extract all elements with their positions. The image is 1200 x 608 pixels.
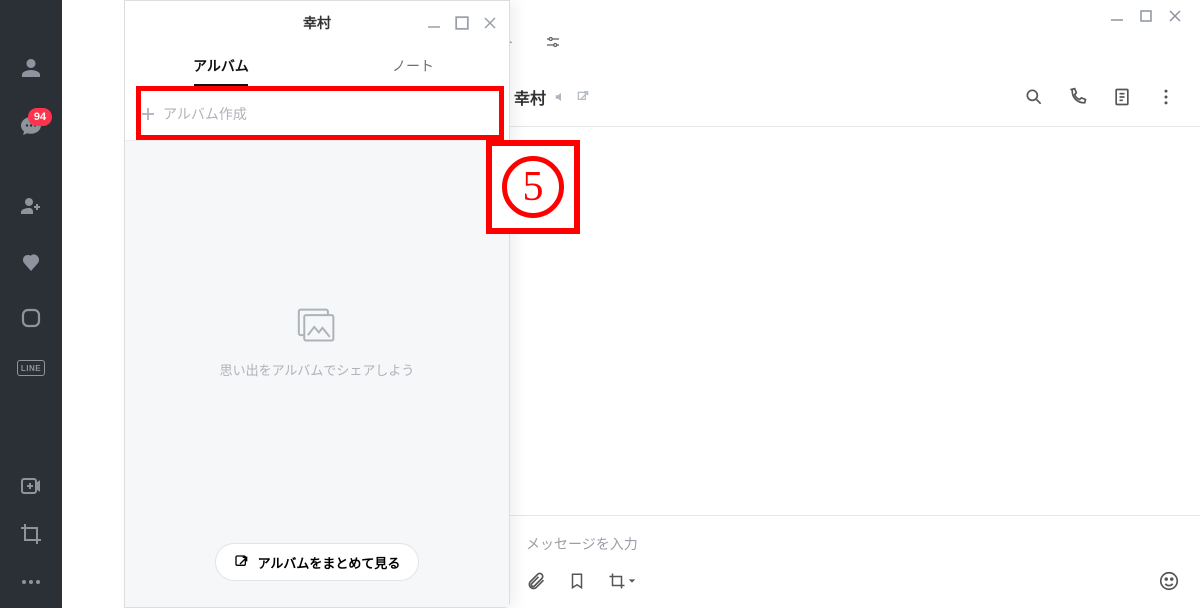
maximize-icon[interactable] <box>1140 10 1152 22</box>
album-popup-window: 幸村 アルバム ノート アルバム作成 <box>124 0 510 608</box>
chat-input-placeholder: メッセージを入力 <box>526 534 638 554</box>
emoji-icon[interactable] <box>1158 570 1180 592</box>
chat-input[interactable]: メッセージを入力 <box>510 516 1200 562</box>
attachment-icon[interactable] <box>526 571 546 591</box>
speaker-muted-icon[interactable] <box>554 90 568 104</box>
tab-note[interactable]: ノート <box>317 45 509 87</box>
sidebar-item-line-services[interactable]: LINE <box>0 360 62 376</box>
sidebar-item-capture[interactable] <box>0 522 62 546</box>
tab-album[interactable]: アルバム <box>125 45 317 87</box>
more-horizontal-icon <box>19 570 43 594</box>
popup-window-controls <box>427 1 497 45</box>
person-icon <box>19 56 43 80</box>
tab-album-label: アルバム <box>193 56 249 76</box>
sidebar-item-clip[interactable] <box>0 474 62 498</box>
sidebar-item-chat[interactable]: 94 <box>0 114 62 138</box>
annotation-step-number: 5 <box>486 140 580 234</box>
chat-title: 幸村 <box>514 85 546 109</box>
popup-tabs: アルバム ノート <box>125 45 509 87</box>
tab-note-label: ノート <box>392 56 434 76</box>
sidebar-item-more[interactable] <box>0 570 62 594</box>
chat-input-area: メッセージを入力 <box>510 515 1200 608</box>
minimize-icon[interactable] <box>1110 9 1124 23</box>
popup-content: アルバム作成 思い出をアルバムでシェアしよう アルバムをまとめて見る <box>125 87 509 607</box>
voom-icon <box>19 250 43 274</box>
sidebar-item-add-friend[interactable] <box>0 194 62 218</box>
annotation-step-number-text: 5 <box>502 156 564 218</box>
photo-stack-icon <box>295 306 339 346</box>
sidebar-bottom-group <box>0 474 62 608</box>
popup-title: 幸村 <box>303 13 331 33</box>
arrow-out-icon <box>234 554 250 570</box>
sidebar-item-voom[interactable] <box>0 250 62 274</box>
line-logo-icon: LINE <box>17 360 45 376</box>
search-icon[interactable] <box>1024 87 1044 107</box>
square-outline-icon <box>19 306 43 330</box>
minimize-icon[interactable] <box>427 16 441 30</box>
album-empty-state: 思い出をアルバムでシェアしよう <box>125 141 509 543</box>
popup-header: 幸村 <box>125 1 509 45</box>
close-icon[interactable] <box>483 16 497 30</box>
filter-sliders-icon[interactable] <box>544 33 562 51</box>
notepad-icon[interactable] <box>1112 87 1132 107</box>
open-external-icon[interactable] <box>576 90 590 104</box>
bookmark-icon[interactable] <box>568 571 586 591</box>
app-sidebar: 94 LINE <box>0 0 62 608</box>
more-vertical-icon[interactable] <box>1156 87 1176 107</box>
view-all-albums-button[interactable]: アルバムをまとめて見る <box>215 543 420 581</box>
phone-icon[interactable] <box>1068 87 1088 107</box>
maximize-icon[interactable] <box>455 16 469 30</box>
chat-header-actions <box>1024 87 1176 107</box>
plus-icon <box>141 107 155 121</box>
create-album-label: アルバム作成 <box>163 104 247 124</box>
chat-toolbar <box>510 562 1200 608</box>
chat-badge: 94 <box>28 108 52 126</box>
crop-icon[interactable] <box>608 572 636 590</box>
create-album-button[interactable]: アルバム作成 <box>125 87 509 141</box>
close-icon[interactable] <box>1168 9 1182 23</box>
sidebar-item-openchat[interactable] <box>0 306 62 330</box>
main-area: ャット 幸村 <box>62 0 1200 608</box>
person-plus-icon <box>19 194 43 218</box>
sidebar-item-friends[interactable] <box>0 56 62 80</box>
clip-plus-icon <box>19 474 43 498</box>
empty-state-text: 思い出をアルバムでシェアしよう <box>220 360 415 379</box>
crop-icon <box>19 522 43 546</box>
view-all-albums-label: アルバムをまとめて見る <box>258 553 401 572</box>
